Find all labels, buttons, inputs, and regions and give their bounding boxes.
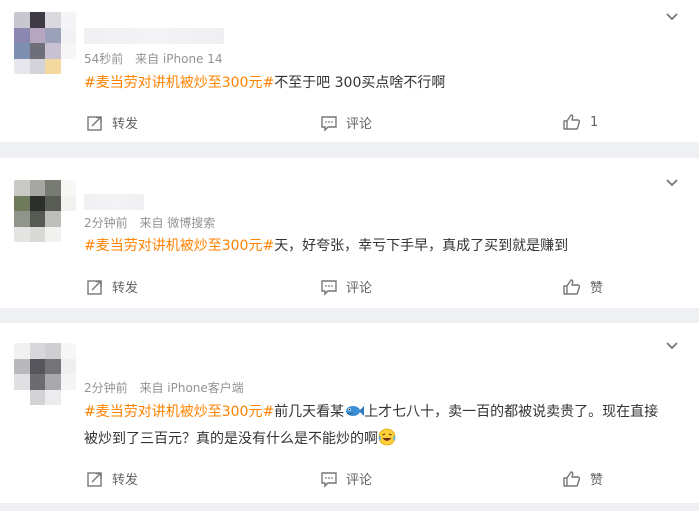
comment-body: 不至于吧 300买点啥不行啊: [274, 75, 446, 91]
source[interactable]: 来自 iPhone客户端: [139, 381, 243, 395]
repost-button[interactable]: 转发: [86, 469, 138, 488]
chevron-down-icon[interactable]: [665, 339, 679, 353]
like-button[interactable]: 赞: [562, 469, 603, 488]
comment-button[interactable]: 评论: [320, 113, 372, 132]
comment-label: 评论: [346, 281, 373, 296]
comment-card: 2分钟前 来自 iPhone客户端 #麦当劳对讲机被炒至300元#前几天看某 上…: [0, 323, 699, 503]
repost-button[interactable]: 转发: [86, 113, 138, 132]
comment-body-part-1: 前几天看某: [274, 404, 345, 420]
comment-icon: [321, 115, 337, 132]
comment-button[interactable]: 评论: [320, 277, 372, 296]
comment-label: 评论: [346, 473, 373, 488]
comment-label: 评论: [346, 117, 373, 132]
comment-body: 天，好夸张，幸亏下手早，真成了买到就是赚到: [274, 238, 569, 254]
avatar[interactable]: [14, 12, 76, 74]
like-icon: [563, 114, 581, 130]
like-icon: [563, 470, 581, 487]
comment-text: #麦当劳对讲机被炒至300元#天，好夸张，幸亏下手早，真成了买到就是赚到: [84, 234, 663, 258]
action-bar: 转发 评论 1: [0, 113, 699, 133]
chevron-down-icon[interactable]: [665, 176, 679, 190]
comment-meta: 54秒前 来自 iPhone 14: [84, 50, 231, 67]
topic-link[interactable]: #麦当劳对讲机被炒至300元#: [84, 238, 274, 254]
like-label: 赞: [590, 281, 604, 296]
avatar[interactable]: [14, 343, 76, 405]
repost-button[interactable]: 转发: [86, 277, 138, 296]
topic-link[interactable]: #麦当劳对讲机被炒至300元#: [84, 75, 274, 91]
action-bar: 转发 评论 赞: [0, 469, 699, 489]
timestamp: 2分钟前: [84, 216, 128, 230]
like-label: 赞: [590, 473, 604, 488]
like-icon: [563, 278, 581, 295]
comment-feed: 54秒前 来自 iPhone 14 #麦当劳对讲机被炒至300元#不至于吧 30…: [0, 0, 699, 511]
laugh-cry-emoji-icon: [378, 428, 396, 446]
comment-meta: 2分钟前 来自 微博搜索: [84, 214, 223, 231]
like-count: 1: [590, 114, 599, 130]
username-redacted[interactable]: [84, 194, 144, 210]
repost-label: 转发: [112, 117, 139, 132]
repost-label: 转发: [112, 281, 139, 296]
comment-text: #麦当劳对讲机被炒至300元#前几天看某 上才七八十，卖一百的都被说卖贵了。现在…: [84, 399, 663, 453]
repost-icon: [87, 115, 102, 131]
username-redacted[interactable]: [84, 28, 224, 44]
fish-emoji-icon: [346, 406, 365, 416]
avatar[interactable]: [14, 180, 76, 242]
repost-icon: [87, 279, 102, 295]
comment-icon: [321, 471, 337, 488]
comment-card: 2分钟前 来自 微博搜索 #麦当劳对讲机被炒至300元#天，好夸张，幸亏下手早，…: [0, 158, 699, 308]
comment-button[interactable]: 评论: [320, 469, 372, 488]
comment-card: 54秒前 来自 iPhone 14 #麦当劳对讲机被炒至300元#不至于吧 30…: [0, 0, 699, 142]
repost-icon: [87, 471, 102, 487]
source[interactable]: 来自 微博搜索: [139, 216, 215, 230]
comment-meta: 2分钟前 来自 iPhone客户端: [84, 379, 252, 396]
action-bar: 转发 评论 赞: [0, 277, 699, 297]
timestamp: 54秒前: [84, 52, 124, 66]
topic-link[interactable]: #麦当劳对讲机被炒至300元#: [84, 404, 274, 420]
source[interactable]: 来自 iPhone 14: [135, 52, 222, 66]
like-button[interactable]: 赞: [562, 277, 603, 296]
timestamp: 2分钟前: [84, 381, 128, 395]
like-button[interactable]: 1: [562, 113, 598, 131]
comment-text: #麦当劳对讲机被炒至300元#不至于吧 300买点啥不行啊: [84, 71, 663, 95]
chevron-down-icon[interactable]: [665, 10, 679, 24]
repost-label: 转发: [112, 473, 139, 488]
comment-icon: [321, 279, 337, 296]
